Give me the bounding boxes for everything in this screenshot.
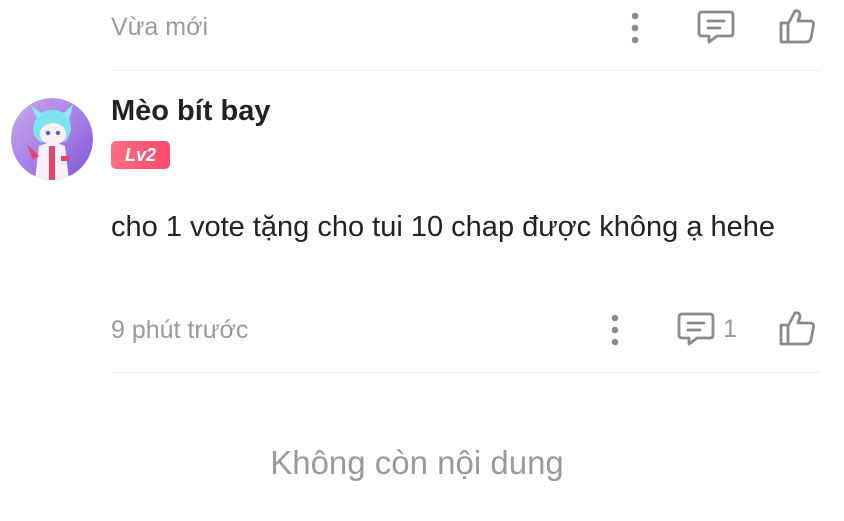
thumbs-up-icon bbox=[779, 311, 815, 346]
comment-icon bbox=[677, 312, 715, 346]
more-vertical-icon bbox=[611, 314, 619, 346]
like-button[interactable] bbox=[778, 309, 816, 347]
previous-comment-footer: Vừa mới bbox=[0, 0, 844, 70]
reply-button[interactable] bbox=[697, 9, 735, 45]
reply-count: 1 bbox=[723, 314, 737, 343]
level-badge: Lv2 bbox=[111, 141, 170, 169]
user-avatar[interactable] bbox=[11, 98, 93, 180]
like-button[interactable] bbox=[778, 7, 816, 45]
divider bbox=[111, 372, 820, 373]
username[interactable]: Mèo bít bay bbox=[111, 95, 271, 128]
comment-icon bbox=[697, 10, 735, 44]
more-vertical-icon bbox=[631, 12, 639, 44]
reply-button[interactable]: 1 bbox=[677, 311, 737, 347]
divider bbox=[111, 70, 820, 71]
previous-comment-timestamp: Vừa mới bbox=[111, 13, 209, 41]
thumbs-up-icon bbox=[779, 9, 815, 44]
more-options-button[interactable] bbox=[626, 11, 644, 45]
comment-timestamp: 9 phút trước bbox=[111, 316, 249, 344]
more-options-button[interactable] bbox=[606, 313, 624, 347]
end-of-content-message: Không còn nội dung bbox=[270, 444, 564, 481]
comment-text: cho 1 vote tặng cho tui 10 chap được khô… bbox=[111, 211, 776, 243]
